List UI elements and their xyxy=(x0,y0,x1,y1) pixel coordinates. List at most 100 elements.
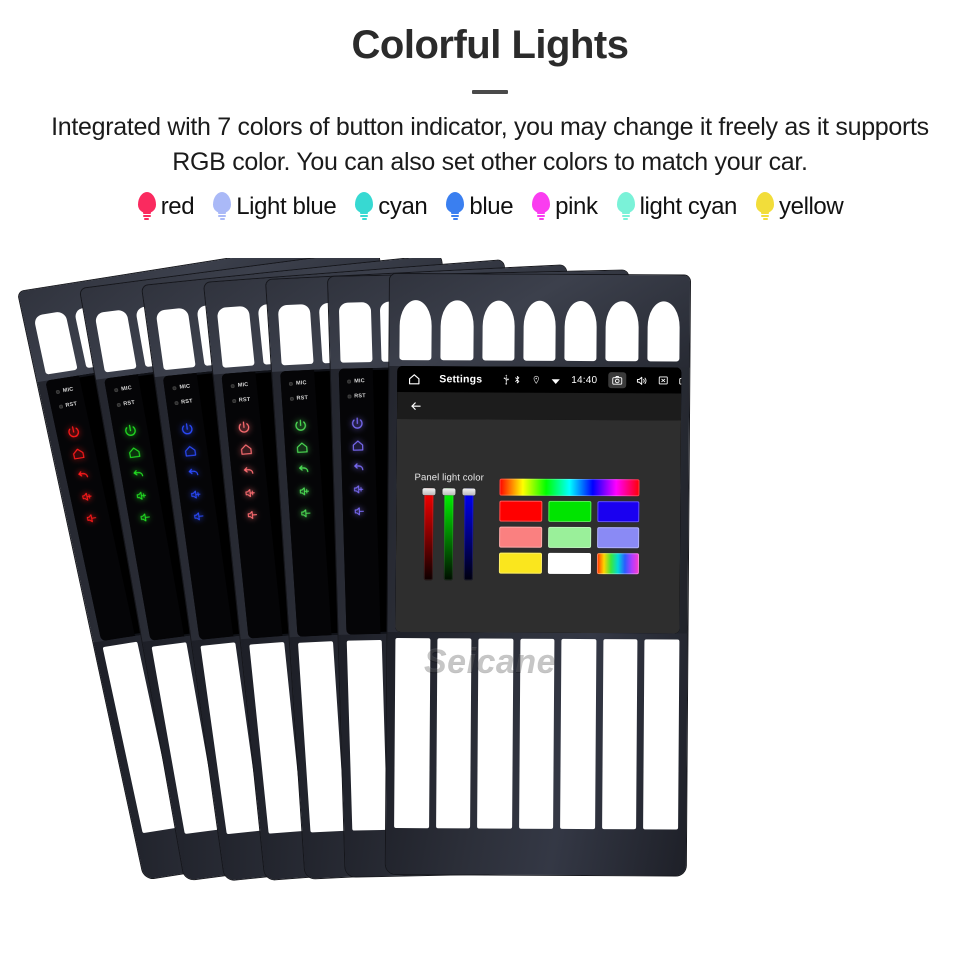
page-title: Colorful Lights xyxy=(351,23,629,67)
legend-label: light cyan xyxy=(639,193,738,220)
mic-indicator: MIC xyxy=(108,384,139,394)
home-icon xyxy=(184,445,197,457)
slider-thumb[interactable] xyxy=(462,487,476,495)
rst-button[interactable]: RST xyxy=(53,400,84,411)
statusbar-bluetooth-icon xyxy=(512,375,522,385)
swatch-lightgreen[interactable] xyxy=(548,526,591,549)
back-icon xyxy=(299,464,309,472)
panel-volume-down-icon[interactable] xyxy=(187,507,211,524)
unit-screen: MICRSTSettings14:40Panel light color xyxy=(395,366,682,634)
close-icon xyxy=(658,376,668,385)
panel-back-icon[interactable] xyxy=(70,466,95,484)
green-slider[interactable] xyxy=(442,487,456,580)
panel-volume-down-icon[interactable] xyxy=(349,503,371,518)
panel-volume-up-icon[interactable] xyxy=(294,483,317,499)
panel-power-icon[interactable] xyxy=(118,421,142,439)
panel-home-icon[interactable] xyxy=(291,439,314,455)
statusbar-volume-button[interactable] xyxy=(635,374,648,387)
power-icon xyxy=(181,422,193,434)
slider-thumb[interactable] xyxy=(422,487,436,495)
panel-back-icon[interactable] xyxy=(347,459,369,474)
swatch-yellow[interactable] xyxy=(499,552,543,574)
rst-button[interactable]: RST xyxy=(110,399,141,409)
panel-back-icon[interactable] xyxy=(292,461,315,477)
panel-power-icon[interactable] xyxy=(232,419,255,436)
legend-item-light-cyan: light cyan xyxy=(607,192,746,222)
fascia-slat xyxy=(560,638,597,830)
power-icon xyxy=(295,419,306,431)
slider-thumb[interactable] xyxy=(442,487,456,495)
volume-down-icon xyxy=(194,511,204,520)
bulb-icon xyxy=(354,192,374,222)
panel-back-icon[interactable] xyxy=(181,464,205,481)
fascia-slat xyxy=(518,638,555,829)
vent-slot xyxy=(564,300,598,362)
panel-home-icon[interactable] xyxy=(234,440,257,457)
power-icon xyxy=(352,417,363,429)
vent-slot xyxy=(481,300,515,361)
panel-volume-up-icon[interactable] xyxy=(348,481,370,496)
statusbar-home-button[interactable] xyxy=(407,372,421,386)
swatch-row xyxy=(499,500,640,523)
vent-slot xyxy=(94,309,137,373)
volume-down-icon xyxy=(86,513,97,522)
swatch-blue[interactable] xyxy=(596,501,640,523)
volume-up-icon xyxy=(245,488,255,497)
panel-home-icon[interactable] xyxy=(178,442,202,459)
swatch-red[interactable] xyxy=(499,500,543,522)
vent-row xyxy=(399,300,680,362)
panel-power-icon[interactable] xyxy=(289,417,312,433)
blue-slider[interactable] xyxy=(462,487,476,580)
panel-home-icon[interactable] xyxy=(122,443,146,461)
swatch-green[interactable] xyxy=(548,500,592,523)
hue-gradient-bar[interactable] xyxy=(499,478,640,497)
swatch-salmon[interactable] xyxy=(499,526,543,548)
bluetooth-icon xyxy=(515,375,520,384)
panel-volume-down-icon[interactable] xyxy=(134,508,158,526)
mic-indicator: MIC xyxy=(341,378,371,385)
rst-button[interactable]: RST xyxy=(341,393,371,400)
settings-back-button[interactable] xyxy=(409,399,423,413)
android-settings-screen: Settings 14:40 Panel light color xyxy=(395,366,682,634)
panel-volume-up-icon[interactable] xyxy=(239,484,262,501)
panel-volume-up-icon[interactable] xyxy=(184,485,208,502)
back-icon xyxy=(188,468,199,475)
page-subtitle: Integrated with 7 colors of button indic… xyxy=(51,113,929,176)
panel-home-icon[interactable] xyxy=(66,444,91,462)
legend-item-yellow: yellow xyxy=(746,192,852,222)
panel-volume-up-icon[interactable] xyxy=(75,487,100,505)
rst-button[interactable]: RST xyxy=(168,398,199,407)
statusbar-recents-button[interactable] xyxy=(678,375,682,387)
statusbar-camera-button[interactable] xyxy=(608,372,627,389)
home-icon xyxy=(128,446,141,458)
panel-power-icon[interactable] xyxy=(346,415,368,430)
fascia-slat xyxy=(477,638,514,829)
swatch-periwinkle[interactable] xyxy=(596,527,640,549)
statusbar-close-button[interactable] xyxy=(657,374,669,386)
rst-button[interactable]: RST xyxy=(284,395,314,402)
panel-volume-down-icon[interactable] xyxy=(80,509,105,527)
swatch-white[interactable] xyxy=(547,552,591,575)
panel-volume-down-icon[interactable] xyxy=(295,505,318,521)
panel-volume-up-icon[interactable] xyxy=(130,486,154,504)
red-slider[interactable] xyxy=(422,487,436,580)
rst-button[interactable]: RST xyxy=(226,396,257,404)
swatch-rainbow[interactable] xyxy=(596,553,640,575)
panel-power-icon[interactable] xyxy=(61,422,86,440)
volume-up-icon xyxy=(136,491,146,500)
color-legend: red Light blue cyan blue pink light cyan yello… xyxy=(0,192,980,222)
panel-back-icon[interactable] xyxy=(237,462,260,479)
fascia-slat xyxy=(394,638,431,829)
vent-slot xyxy=(523,300,556,361)
panel-home-icon[interactable] xyxy=(347,437,369,452)
vent-slot xyxy=(216,305,255,368)
bulb-icon xyxy=(616,192,636,222)
panel-volume-down-icon[interactable] xyxy=(241,506,264,523)
swatch-row xyxy=(499,526,640,549)
legend-item-blue: blue xyxy=(436,192,522,222)
bulb-icon xyxy=(445,192,465,222)
legend-item-pink: pink xyxy=(522,192,606,222)
panel-power-icon[interactable] xyxy=(175,420,199,437)
vent-slot xyxy=(338,302,373,363)
panel-back-icon[interactable] xyxy=(126,465,150,483)
